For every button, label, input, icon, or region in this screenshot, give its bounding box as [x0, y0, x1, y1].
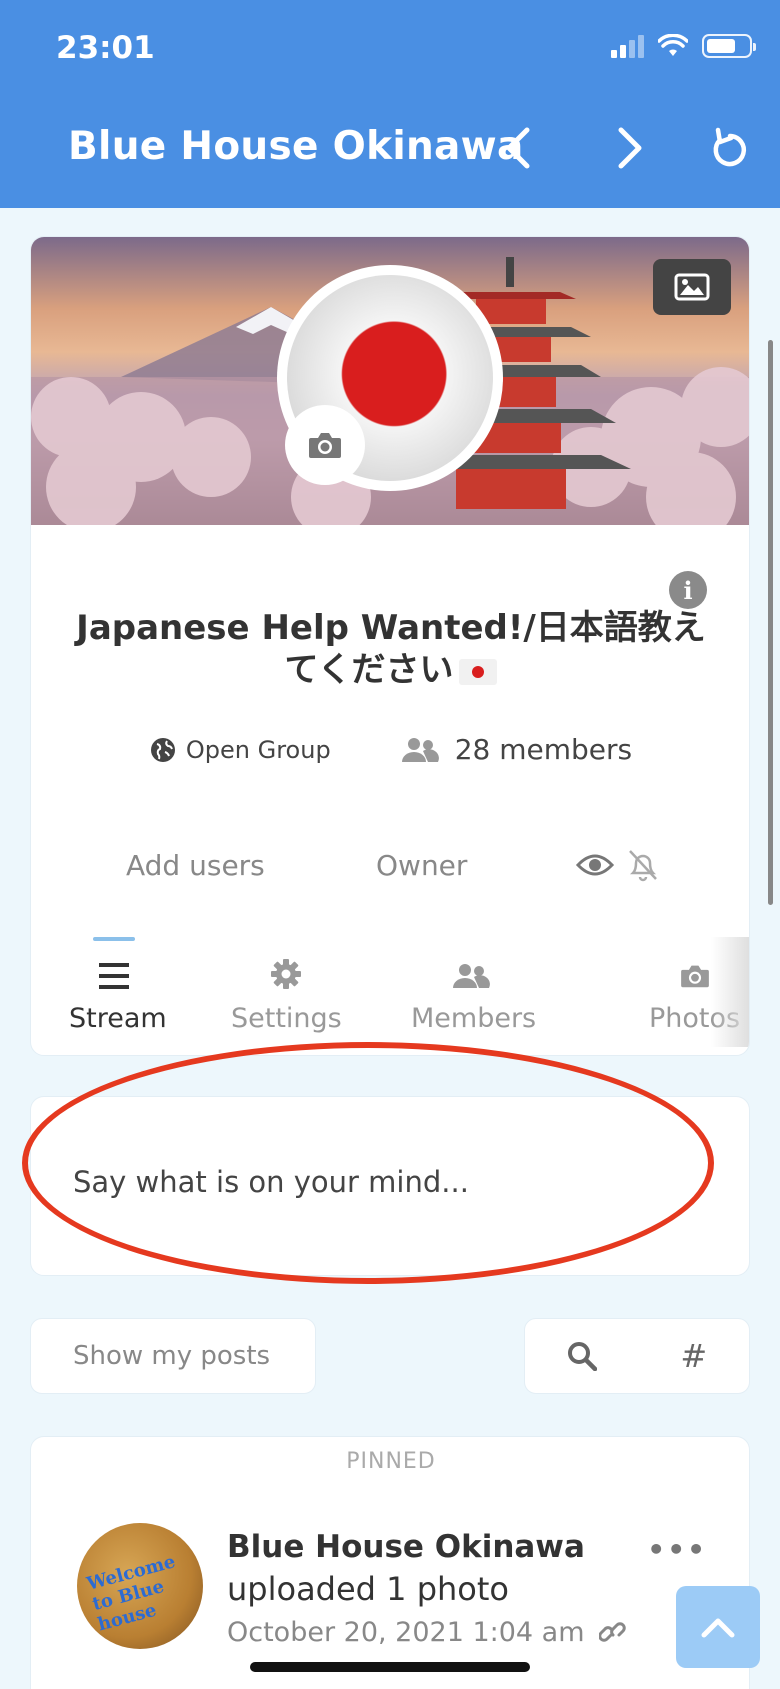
hashtag-button[interactable]: #	[680, 1337, 707, 1375]
tab-stream[interactable]: Stream	[69, 937, 167, 1034]
app-header: 23:01 Blue House Okinawa	[0, 0, 780, 208]
info-icon[interactable]: i	[669, 571, 707, 609]
reload-button[interactable]	[700, 118, 760, 178]
home-indicator[interactable]	[250, 1662, 530, 1672]
status-time: 23:01	[56, 30, 155, 66]
add-users-button[interactable]: Add users	[126, 849, 265, 882]
group-card: i Japanese Help Wanted!/日本語教えてください Open …	[30, 236, 750, 1056]
post-card: PINNED Welcome to Blue house Blue House …	[30, 1436, 750, 1689]
gear-icon	[271, 959, 301, 989]
group-title: Japanese Help Wanted!/日本語教えてください	[71, 607, 711, 691]
group-title-text: Japanese Help Wanted!/日本語教えてください	[76, 608, 706, 690]
avatar-text: Welcome to Blue house	[84, 1551, 178, 1636]
tab-settings[interactable]: Settings	[231, 937, 342, 1034]
reload-icon	[713, 127, 747, 167]
tabs-scroll-fade	[711, 937, 749, 1047]
more-options-icon[interactable]: •••	[647, 1533, 707, 1566]
bell-off-icon[interactable]	[624, 847, 662, 883]
post-author[interactable]: Blue House Okinawa	[227, 1529, 585, 1565]
users-icon	[453, 964, 490, 988]
group-privacy: Open Group	[150, 736, 331, 764]
change-cover-button[interactable]	[653, 259, 731, 315]
list-icon	[99, 963, 129, 989]
group-members-count[interactable]: 28 members	[401, 733, 632, 766]
group-meta: Open Group 28 members	[31, 733, 749, 766]
change-avatar-button[interactable]	[285, 405, 365, 485]
page-title: Blue House Okinawa	[68, 124, 524, 169]
camera-icon	[309, 433, 341, 458]
globe-icon	[150, 737, 175, 762]
notification-controls	[576, 847, 662, 883]
post-composer[interactable]: Say what is on your mind...	[30, 1096, 750, 1276]
post-date-text[interactable]: October 20, 2021 1:04 am	[227, 1617, 585, 1648]
filter-controls: #	[524, 1318, 750, 1394]
post-date: October 20, 2021 1:04 am	[227, 1617, 627, 1648]
camera-icon	[680, 965, 709, 988]
image-icon	[674, 273, 710, 301]
tab-members-label: Members	[411, 1003, 537, 1034]
group-tabs: Stream Settings Members Photos	[31, 937, 749, 1047]
users-icon	[401, 737, 439, 762]
scrollbar[interactable]	[768, 340, 773, 905]
tab-settings-label: Settings	[231, 1003, 342, 1034]
composer-input[interactable]: Say what is on your mind...	[73, 1165, 469, 1199]
chevron-right-icon	[618, 127, 642, 169]
privacy-label: Open Group	[185, 735, 331, 764]
chevron-up-icon	[701, 1618, 735, 1638]
pinned-label: PINNED	[346, 1449, 436, 1474]
members-label: 28 members	[454, 733, 633, 766]
tab-stream-label: Stream	[69, 1003, 167, 1034]
wifi-icon	[658, 34, 688, 56]
show-my-posts-button[interactable]: Show my posts	[30, 1318, 316, 1394]
back-button[interactable]	[488, 118, 548, 178]
chevron-left-icon	[506, 127, 530, 169]
signal-icon	[611, 34, 644, 58]
avatar[interactable]: Welcome to Blue house	[77, 1523, 203, 1649]
owner-button[interactable]: Owner	[376, 849, 467, 882]
search-icon[interactable]	[567, 1341, 597, 1371]
battery-icon	[702, 34, 756, 58]
tab-members[interactable]: Members	[411, 937, 536, 1034]
link-icon[interactable]	[598, 1619, 627, 1647]
scroll-to-top-button[interactable]	[676, 1586, 760, 1668]
post-action: uploaded 1 photo	[227, 1570, 509, 1608]
eye-icon[interactable]	[576, 852, 614, 878]
japan-flag-icon	[459, 658, 498, 685]
forward-button[interactable]	[600, 118, 660, 178]
status-icons	[611, 34, 756, 58]
